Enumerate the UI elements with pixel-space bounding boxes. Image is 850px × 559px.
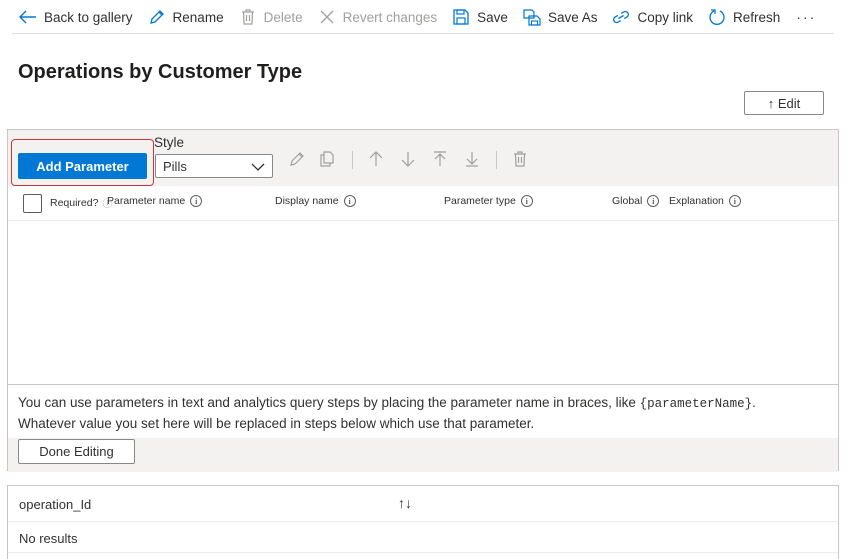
edit-parameter-button[interactable]: [287, 151, 307, 171]
style-dropdown[interactable]: Pills: [155, 154, 273, 178]
select-all-checkbox[interactable]: [23, 194, 42, 213]
delete-label: Delete: [263, 9, 303, 25]
sort-icon[interactable]: ↑↓: [398, 495, 412, 511]
toolbar-divider: [352, 151, 353, 169]
edit-button[interactable]: ↑ Edit: [744, 91, 824, 115]
add-parameter-button[interactable]: Add Parameter: [18, 153, 147, 179]
column-required[interactable]: Required? ⓘ: [50, 195, 112, 211]
trash-icon: [238, 7, 258, 27]
move-up-button[interactable]: [366, 150, 386, 172]
arrow-up-icon: [369, 150, 383, 172]
arrow-left-icon: [18, 7, 38, 27]
delete-button[interactable]: Delete: [238, 0, 303, 34]
help-code: {parameterName}: [639, 397, 753, 411]
results-header: operation_Id ↑↓: [8, 486, 838, 522]
move-down-button[interactable]: [398, 151, 418, 171]
pencil-icon: [147, 7, 167, 27]
move-to-bottom-button[interactable]: [462, 151, 482, 171]
column-parameter-type-label: Parameter type: [444, 195, 516, 207]
more-options-button[interactable]: ···: [796, 0, 816, 34]
parameters-grid-header: Required? ⓘ Parameter name i Display nam…: [8, 186, 838, 221]
help-text: You can use parameters in text and analy…: [18, 393, 818, 433]
toolbar-divider: [12, 33, 834, 34]
help-text-part: You can use parameters in text and analy…: [18, 395, 640, 410]
info-icon: i: [343, 195, 356, 207]
help-text-part: Whatever value you set here will be repl…: [18, 416, 535, 431]
done-editing-button[interactable]: Done Editing: [18, 439, 135, 464]
refresh-icon: [707, 7, 727, 27]
copy-parameter-button[interactable]: [318, 150, 338, 172]
chevron-down-icon: [251, 160, 265, 175]
info-icon: i: [647, 195, 660, 207]
style-dropdown-value: Pills: [163, 158, 187, 174]
save-icon: [451, 7, 471, 27]
copy-icon: [320, 150, 336, 172]
column-display-name-label: Display name: [275, 195, 339, 207]
arrow-down-icon: [401, 151, 415, 172]
copy-link-label: Copy link: [637, 9, 694, 25]
trash-icon: [513, 150, 527, 172]
refresh-button[interactable]: Refresh: [707, 0, 780, 34]
column-global-label: Global: [612, 195, 643, 207]
column-parameter-name-label: Parameter name: [107, 195, 186, 207]
link-icon: [611, 7, 631, 27]
info-icon: i: [520, 195, 533, 207]
save-button[interactable]: Save: [451, 0, 508, 34]
page-title: Operations by Customer Type: [18, 61, 303, 83]
column-required-label: Required?: [50, 196, 99, 209]
toolbar-divider: [496, 151, 497, 169]
column-parameter-type[interactable]: Parameter type i: [444, 195, 533, 207]
column-operation-id[interactable]: operation_Id: [19, 497, 91, 512]
rename-label: Rename: [172, 9, 224, 25]
info-icon: i: [728, 195, 741, 207]
back-to-gallery-button[interactable]: Back to gallery: [18, 0, 133, 34]
parameters-editor: Add Parameter Style Pills Required? ⓘ Pa…: [7, 129, 839, 472]
save-as-icon: [522, 7, 542, 27]
no-results-text: No results: [19, 531, 78, 546]
arrow-to-bottom-icon: [465, 151, 479, 172]
save-label: Save: [477, 9, 508, 25]
column-explanation-label: Explanation: [669, 195, 724, 207]
parameters-toolbar: Add Parameter Style Pills: [8, 130, 838, 186]
revert-changes-button[interactable]: Revert changes: [317, 0, 438, 34]
column-explanation[interactable]: Explanation i: [669, 195, 741, 207]
close-icon: [317, 7, 337, 27]
save-as-label: Save As: [547, 9, 598, 25]
save-as-button[interactable]: Save As: [522, 0, 598, 34]
command-bar: Back to gallery Rename Delete Revert cha…: [0, 0, 850, 34]
results-table: operation_Id ↑↓ No results: [7, 485, 839, 559]
delete-parameter-button[interactable]: [510, 150, 530, 172]
refresh-label: Refresh: [733, 9, 781, 25]
revert-changes-label: Revert changes: [342, 9, 438, 25]
column-parameter-name[interactable]: Parameter name i: [107, 195, 203, 207]
column-global[interactable]: Global i: [612, 195, 660, 207]
style-label: Style: [154, 135, 185, 150]
pencil-icon: [289, 151, 305, 172]
move-to-top-button[interactable]: [430, 150, 450, 172]
copy-link-button[interactable]: Copy link: [611, 0, 693, 34]
rename-button[interactable]: Rename: [147, 0, 224, 34]
more-icon: ···: [796, 9, 817, 25]
back-to-gallery-label: Back to gallery: [44, 9, 133, 25]
column-display-name[interactable]: Display name i: [275, 195, 356, 207]
parameters-help: You can use parameters in text and analy…: [8, 384, 838, 472]
info-icon: i: [190, 195, 203, 207]
arrow-to-top-icon: [433, 150, 447, 172]
help-text-part: .: [752, 395, 756, 410]
row-divider: [8, 552, 838, 553]
